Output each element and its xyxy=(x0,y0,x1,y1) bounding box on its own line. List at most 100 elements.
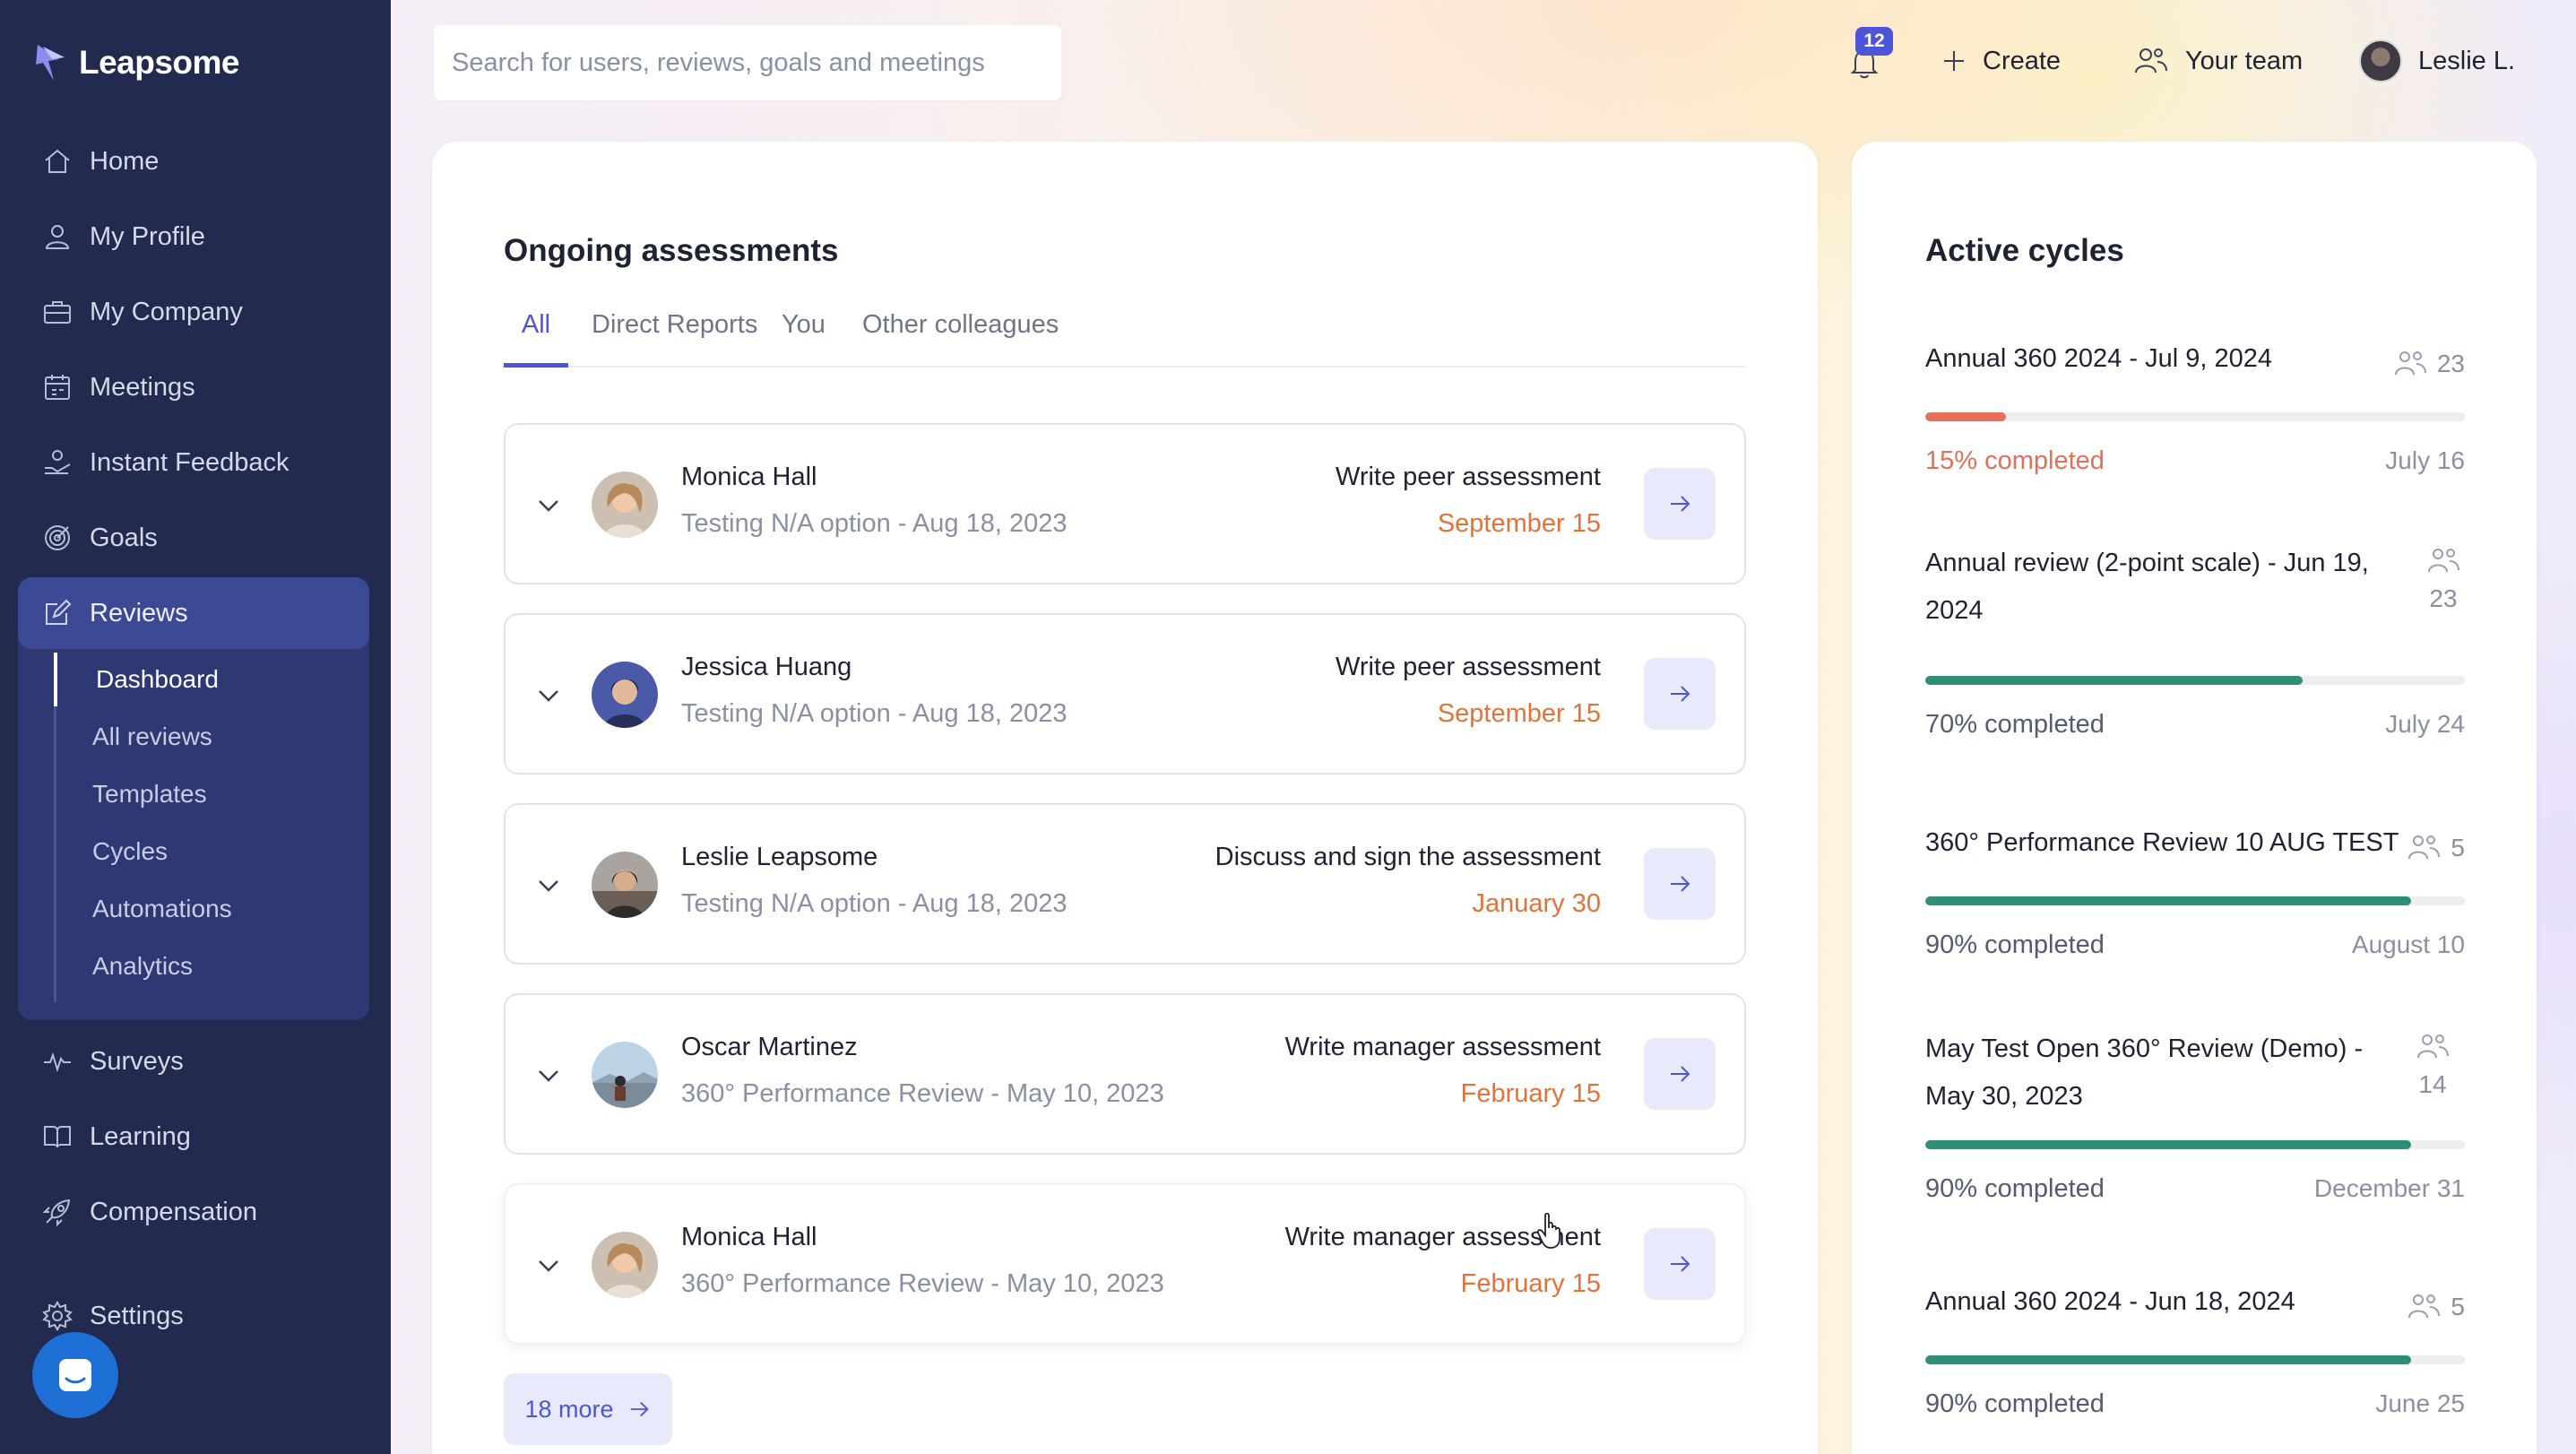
progress-label: 90% completed xyxy=(1925,1389,2105,1418)
open-assessment-button[interactable] xyxy=(1644,1038,1716,1110)
cycle-participants: 5 xyxy=(2406,832,2465,864)
cycle-item[interactable]: May Test Open 360° Review (Demo) - May 3… xyxy=(1925,1034,2465,1203)
sidebar-item-label: Instant Feedback xyxy=(90,447,290,477)
progress-bar xyxy=(1925,1355,2465,1364)
plus-icon xyxy=(1944,51,1964,71)
sidebar: Leapsome Home My Profile My Company Meet… xyxy=(0,0,391,1454)
subnav-item-dashboard[interactable]: Dashboard xyxy=(54,653,341,706)
open-assessment-button[interactable] xyxy=(1644,468,1716,540)
support-chat-button[interactable] xyxy=(32,1332,118,1418)
user-icon xyxy=(45,225,70,249)
cycle-item[interactable]: Annual 360 2024 - Jul 9, 2024 23 15% com… xyxy=(1925,344,2465,475)
cycle-participants: 23 xyxy=(2425,545,2461,613)
sidebar-item-my-company[interactable]: My Company xyxy=(18,278,369,346)
user-menu[interactable]: Leslie L. xyxy=(2359,38,2515,84)
pulse-icon xyxy=(44,1052,71,1073)
subnav-item-analytics[interactable]: Analytics xyxy=(56,939,343,993)
due-date: September 15 xyxy=(1437,699,1601,728)
sidebar-item-reviews[interactable]: Reviews xyxy=(18,577,369,649)
edit-icon xyxy=(46,599,72,625)
progress-bar xyxy=(1925,412,2465,421)
progress-fill xyxy=(1925,1140,2411,1149)
avatar xyxy=(592,852,658,918)
assessment-row[interactable]: Leslie Leapsome Testing N/A option - Aug… xyxy=(504,803,1746,965)
review-subtitle: Testing N/A option - Aug 18, 2023 xyxy=(681,509,1068,538)
chevron-down-icon[interactable] xyxy=(532,870,565,902)
cycle-item[interactable]: Annual 360 2024 - Jun 18, 2024 5 90% com… xyxy=(1925,1287,2465,1418)
avatar xyxy=(592,662,658,728)
progress-label: 90% completed xyxy=(1925,930,2105,959)
cycle-deadline: December 31 xyxy=(2313,1174,2465,1202)
tab-all[interactable]: All xyxy=(504,292,568,368)
sidebar-item-learning[interactable]: Learning xyxy=(18,1103,369,1171)
sidebar-item-label: Home xyxy=(90,146,160,176)
subnav-item-templates[interactable]: Templates xyxy=(56,767,343,821)
chevron-down-icon[interactable] xyxy=(532,489,565,522)
chat-icon xyxy=(59,1359,91,1391)
assessment-row[interactable]: Monica Hall 360° Performance Review - Ma… xyxy=(504,1183,1746,1345)
review-subtitle: 360° Performance Review - May 10, 2023 xyxy=(681,1269,1164,1298)
progress-fill xyxy=(1925,1355,2411,1364)
sidebar-item-meetings[interactable]: Meetings xyxy=(18,353,369,421)
open-assessment-button[interactable] xyxy=(1644,1228,1716,1300)
cycle-title: Annual 360 2024 - Jun 18, 2024 xyxy=(1925,1287,2295,1316)
due-date: September 15 xyxy=(1437,509,1601,538)
tab-you[interactable]: You xyxy=(782,292,826,368)
create-button[interactable]: Create xyxy=(1941,39,2061,82)
avatar xyxy=(592,1042,658,1108)
team-icon xyxy=(2135,48,2167,74)
subnav-item-all-reviews[interactable]: All reviews xyxy=(56,710,343,764)
assessment-action: Write peer assessment xyxy=(1335,463,1601,491)
sidebar-item-my-profile[interactable]: My Profile xyxy=(18,203,369,271)
tab-other-colleagues[interactable]: Other colleagues xyxy=(862,292,1059,368)
user-name: Leslie L. xyxy=(2418,46,2516,75)
participant-count: 14 xyxy=(2418,1070,2447,1098)
people-icon xyxy=(2417,1034,2449,1059)
open-assessment-button[interactable] xyxy=(1644,848,1716,920)
briefcase-icon xyxy=(44,301,71,324)
sidebar-item-surveys[interactable]: Surveys xyxy=(18,1027,369,1095)
active-cycles-title: Active cycles xyxy=(1925,233,2124,268)
your-team-button[interactable]: Your team xyxy=(2133,39,2303,82)
chevron-down-icon[interactable] xyxy=(532,1250,565,1282)
home-icon xyxy=(45,149,70,173)
cycle-item[interactable]: Annual review (2-point scale) - Jun 19, … xyxy=(1925,549,2465,739)
sidebar-item-label: My Company xyxy=(90,297,243,326)
app-logo[interactable]: Leapsome xyxy=(34,41,240,84)
sidebar-item-home[interactable]: Home xyxy=(18,127,369,195)
arrow-right-icon xyxy=(630,1401,649,1417)
arrow-right-icon xyxy=(1671,686,1690,702)
due-date: February 15 xyxy=(1460,1079,1601,1108)
sidebar-item-instant-feedback[interactable]: Instant Feedback xyxy=(18,428,369,497)
subnav-item-cycles[interactable]: Cycles xyxy=(56,825,343,878)
assessment-action: Write manager assessment xyxy=(1284,1033,1601,1061)
sidebar-item-label: Learning xyxy=(90,1121,191,1151)
cycle-title: 360° Performance Review 10 AUG TEST xyxy=(1925,828,2399,857)
tab-direct-reports[interactable]: Direct Reports xyxy=(592,292,757,368)
cycle-item[interactable]: 360° Performance Review 10 AUG TEST 5 90… xyxy=(1925,828,2465,959)
progress-fill xyxy=(1925,896,2411,905)
assessment-row[interactable]: Jessica Huang Testing N/A option - Aug 1… xyxy=(504,613,1746,775)
chevron-down-icon[interactable] xyxy=(532,1060,565,1092)
rocket-icon xyxy=(42,1199,71,1227)
assessment-row[interactable]: Monica Hall Testing N/A option - Aug 18,… xyxy=(504,423,1746,584)
open-assessment-button[interactable] xyxy=(1644,658,1716,730)
sidebar-item-goals[interactable]: Goals xyxy=(18,504,369,572)
cycle-participants: 5 xyxy=(2406,1291,2465,1323)
search-input[interactable] xyxy=(434,25,1061,100)
subnav-item-automations[interactable]: Automations xyxy=(56,882,343,936)
show-more-button[interactable]: 18 more xyxy=(504,1373,672,1445)
ongoing-assessments-card: Ongoing assessments All Direct Reports Y… xyxy=(432,142,1818,1454)
notification-count-badge: 12 xyxy=(1855,27,1893,56)
assessment-action: Discuss and sign the assessment xyxy=(1215,843,1601,871)
sidebar-item-compensation[interactable]: Compensation xyxy=(18,1178,369,1246)
arrow-right-icon xyxy=(1671,496,1690,512)
cycle-deadline: August 10 xyxy=(2351,930,2465,958)
avatar xyxy=(592,1232,658,1298)
assessment-row[interactable]: Oscar Martinez 360° Performance Review -… xyxy=(504,993,1746,1155)
feedback-icon xyxy=(45,450,71,474)
arrow-right-icon xyxy=(1671,1256,1690,1272)
cycle-deadline: July 16 xyxy=(2385,446,2465,474)
chevron-down-icon[interactable] xyxy=(532,679,565,712)
progress-bar xyxy=(1925,676,2465,685)
